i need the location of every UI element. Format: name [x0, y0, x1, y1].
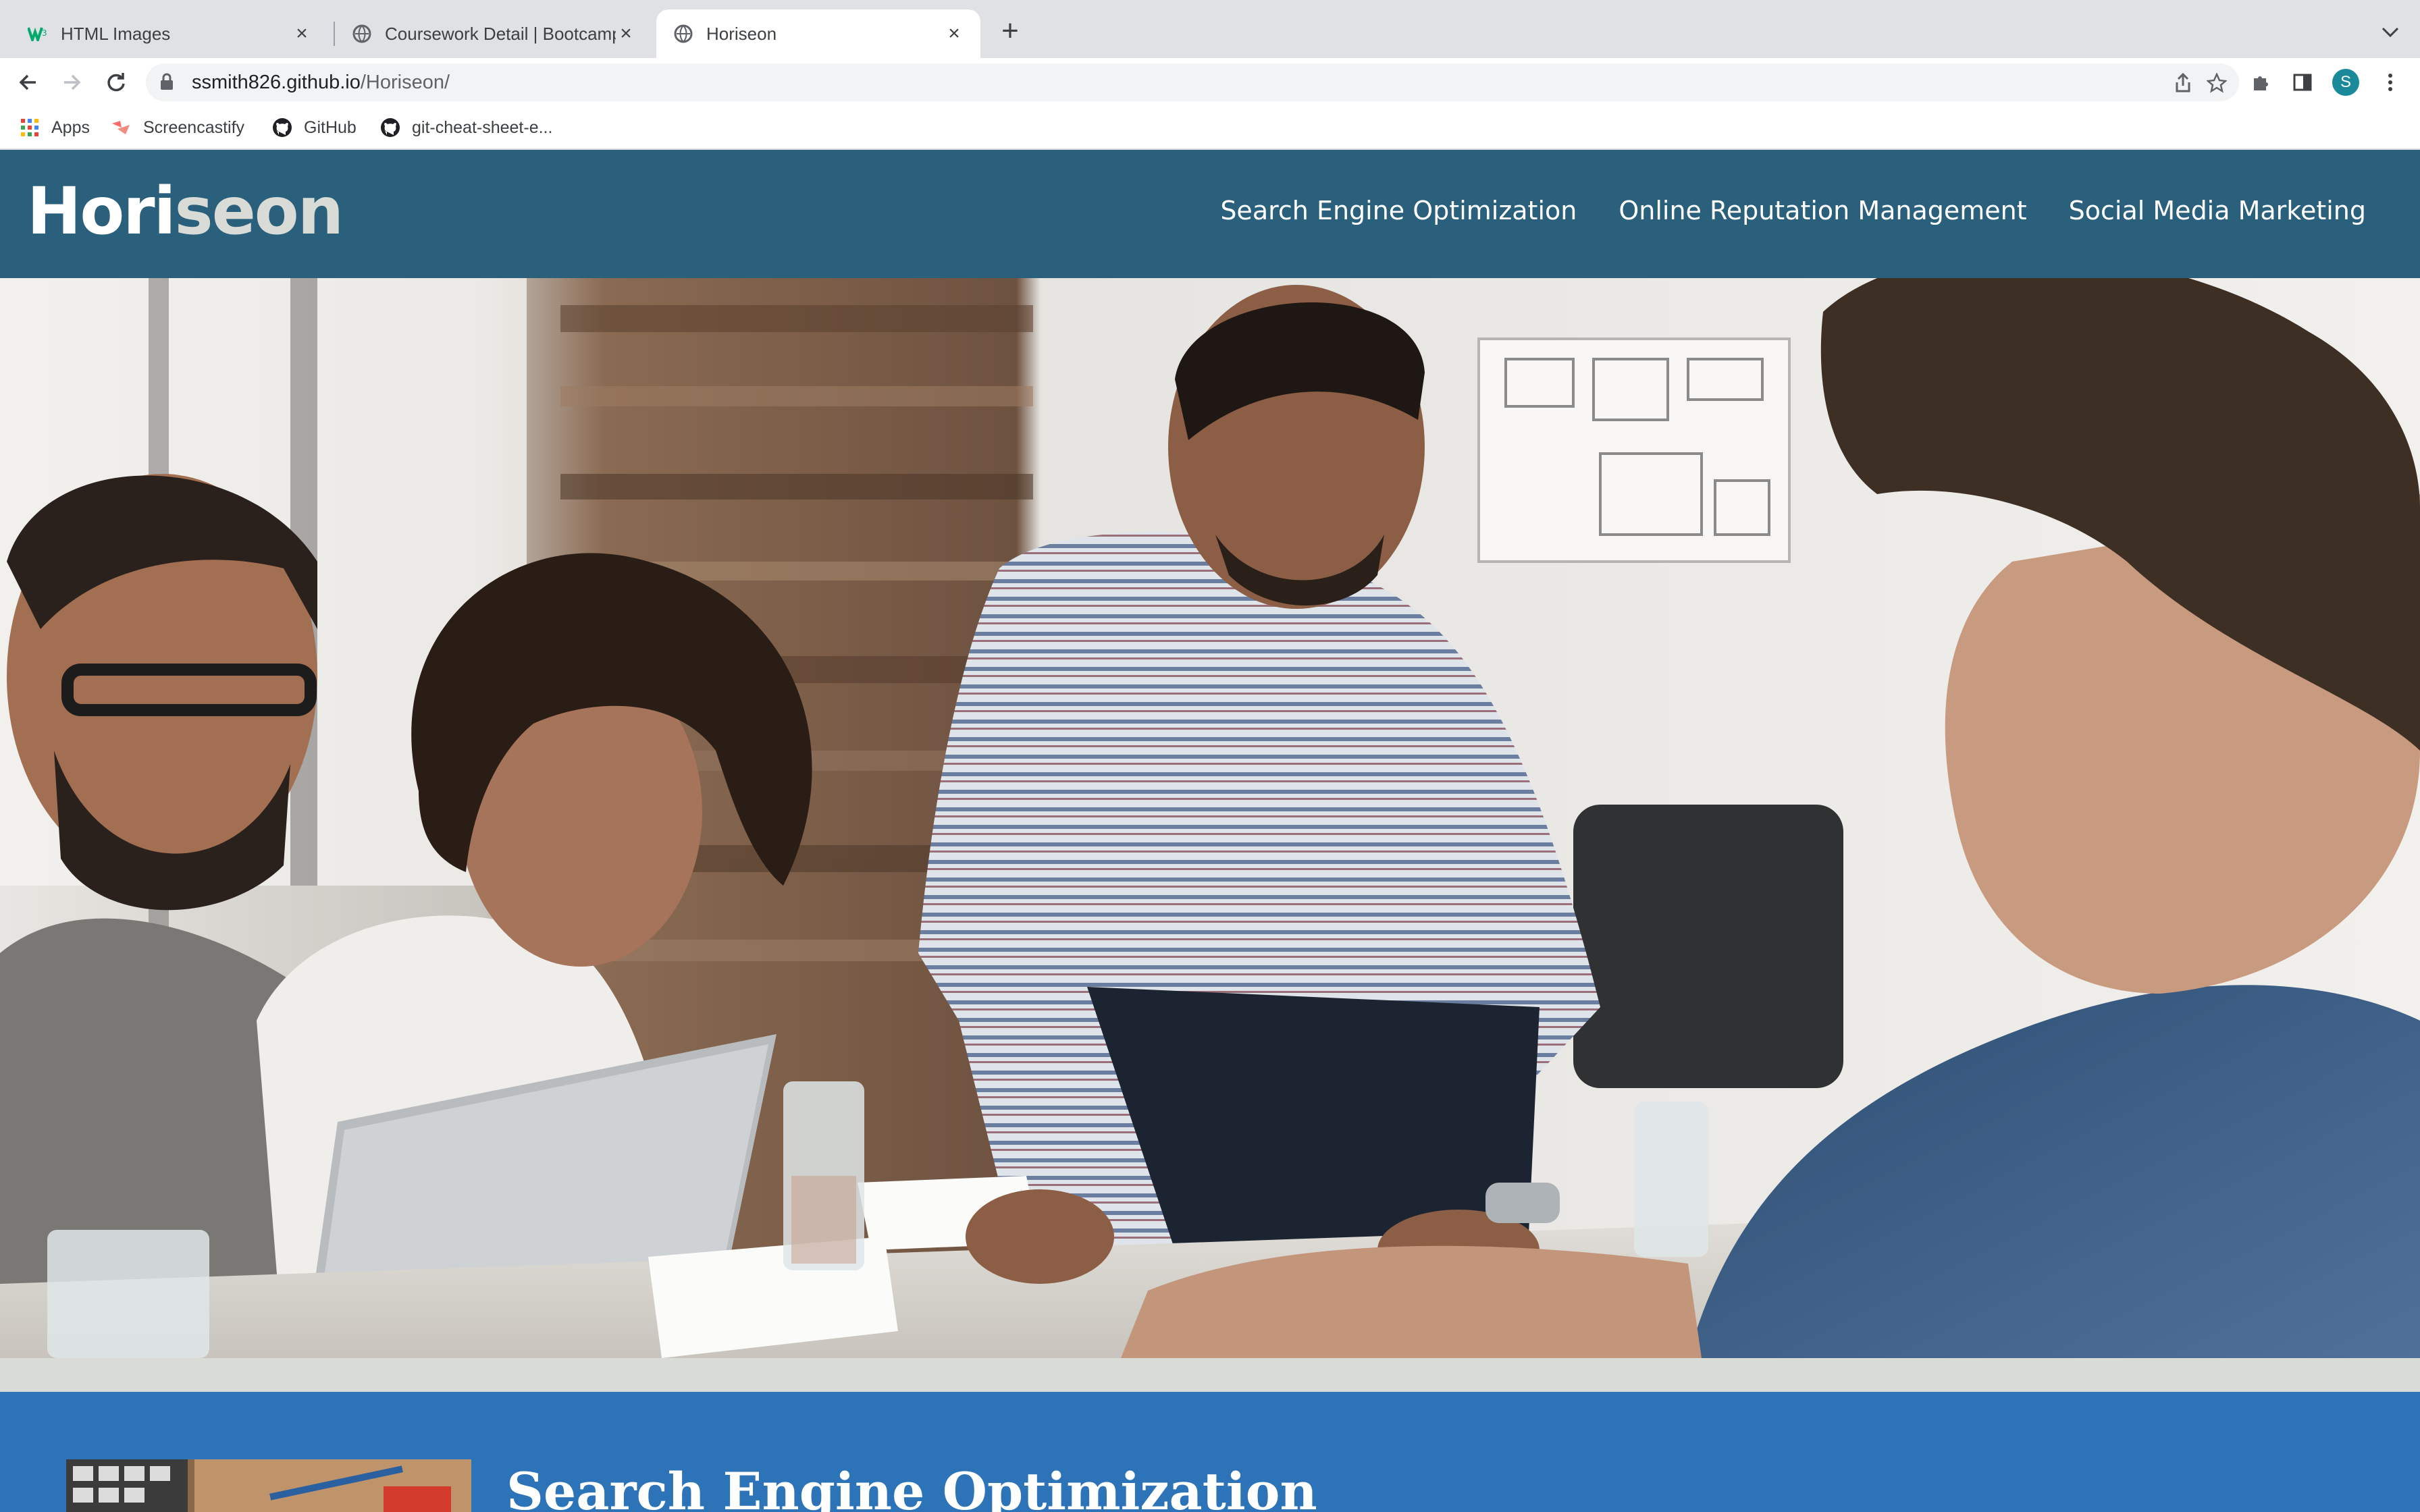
- screencastify-icon: [111, 117, 132, 138]
- profile-avatar[interactable]: S: [2332, 69, 2359, 96]
- side-panel-icon[interactable]: [2288, 68, 2317, 97]
- hero-image: [0, 278, 2420, 1358]
- tab-strip: 3 HTML Images × Coursework Detail | Boot…: [0, 0, 2420, 58]
- reload-icon[interactable]: [101, 68, 131, 97]
- site-logo: Horiseon: [27, 173, 344, 249]
- close-tab-icon[interactable]: ×: [944, 22, 964, 45]
- bookmark-label: Screencastify: [143, 117, 245, 137]
- page-viewport[interactable]: Horiseon Search Engine Optimization Onli…: [0, 150, 2420, 1512]
- bookmark-label: GitHub: [304, 117, 357, 137]
- forward-arrow-icon[interactable]: [57, 68, 86, 97]
- tab-search-chevron-icon[interactable]: [2377, 19, 2404, 46]
- tab-title: Coursework Detail | Bootcamp: [385, 23, 616, 44]
- close-tab-icon[interactable]: ×: [292, 22, 312, 45]
- tab-coursework[interactable]: Coursework Detail | Bootcamp ×: [335, 9, 652, 58]
- bookmark-apps[interactable]: Apps: [19, 116, 90, 139]
- bookmark-github[interactable]: GitHub: [271, 116, 357, 139]
- more-menu-icon[interactable]: [2375, 68, 2405, 97]
- w3schools-icon: 3: [27, 23, 49, 45]
- bookmark-git-cheat-sheet[interactable]: git-cheat-sheet-e...: [379, 116, 552, 139]
- new-tab-button[interactable]: +: [995, 16, 1025, 47]
- svg-text:3: 3: [42, 28, 47, 38]
- site-header: Horiseon Search Engine Optimization Onli…: [0, 150, 2420, 278]
- apps-grid-icon: [19, 117, 41, 138]
- tab-title: Horiseon: [706, 23, 777, 44]
- tab-horiseon[interactable]: Horiseon ×: [656, 9, 980, 58]
- bookmark-label: Apps: [51, 117, 90, 137]
- seo-section: Search Engine Optimization: [0, 1392, 2420, 1512]
- tab-title: HTML Images: [61, 23, 171, 44]
- nav-link-seo[interactable]: Search Engine Optimization: [1220, 196, 1577, 225]
- address-bar[interactable]: ssmith826.github.io/Horiseon/: [146, 63, 2239, 101]
- github-icon: [379, 117, 401, 138]
- seo-heading: Search Engine Optimization: [506, 1461, 1317, 1512]
- bookmarks-bar: Apps Screencastify GitHub git-cheat-shee…: [0, 105, 2420, 150]
- extensions-puzzle-icon[interactable]: [2246, 68, 2276, 97]
- browser-toolbar: ssmith826.github.io/Horiseon/ S: [0, 58, 2420, 105]
- close-tab-icon[interactable]: ×: [616, 22, 636, 45]
- url-text[interactable]: ssmith826.github.io/Horiseon/: [192, 72, 450, 94]
- github-icon: [271, 117, 293, 138]
- seo-thumbnail-image: [66, 1459, 471, 1512]
- share-icon[interactable]: [2172, 72, 2194, 94]
- bookmark-label: git-cheat-sheet-e...: [412, 117, 553, 137]
- globe-icon: [673, 23, 694, 45]
- lock-icon[interactable]: [159, 72, 174, 94]
- bookmark-screencastify[interactable]: Screencastify: [111, 116, 244, 139]
- back-arrow-icon[interactable]: [14, 68, 43, 97]
- tab-html-images[interactable]: 3 HTML Images ×: [11, 9, 328, 58]
- globe-icon: [351, 23, 373, 45]
- nav-link-social[interactable]: Social Media Marketing: [2069, 196, 2366, 225]
- nav-link-reputation[interactable]: Online Reputation Management: [1619, 196, 2026, 225]
- site-nav: Search Engine Optimization Online Reputa…: [1220, 196, 2366, 225]
- bookmark-star-icon[interactable]: [2205, 72, 2228, 94]
